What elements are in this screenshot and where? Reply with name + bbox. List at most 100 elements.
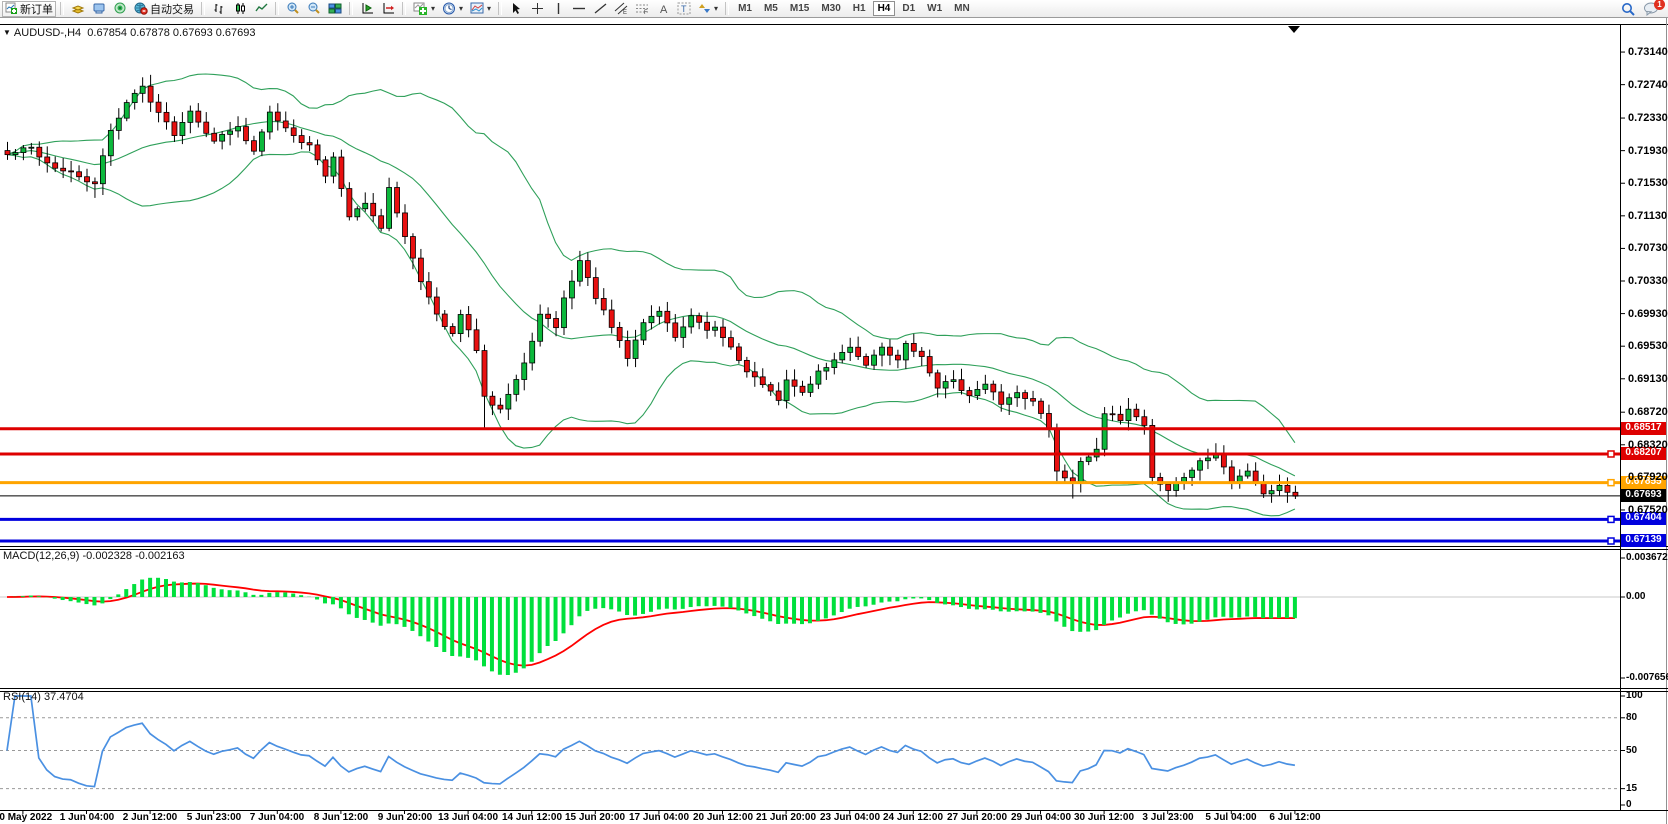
search-button[interactable] — [1618, 1, 1639, 17]
market-watch-button[interactable] — [68, 1, 88, 17]
label-tool-button[interactable]: T — [674, 1, 694, 17]
indicators-button[interactable]: ▾ — [410, 1, 438, 17]
candlestick-type-button[interactable] — [230, 1, 250, 17]
text-tool-button[interactable]: A — [653, 1, 673, 17]
arrows-tool-button[interactable]: ▾ — [695, 1, 721, 17]
market-watch-icon — [71, 2, 85, 15]
line-chart-type-button[interactable] — [251, 1, 271, 17]
chart-shift-button[interactable] — [378, 1, 398, 17]
bull-candle — [29, 147, 34, 148]
bear-candle — [1285, 485, 1290, 492]
bear-candle — [736, 347, 741, 360]
timeframe-button-m15[interactable]: M15 — [785, 1, 814, 16]
rsi-panel — [0, 696, 1625, 805]
notifications-button[interactable]: 1 — [1640, 1, 1662, 17]
bull-candle — [1245, 471, 1250, 476]
time-axis-label: 21 Jun 20:00 — [749, 812, 823, 823]
alerts-button[interactable] — [110, 1, 130, 17]
bear-candle — [315, 145, 320, 160]
zoom-out-button[interactable] — [304, 1, 324, 17]
bear-candle — [927, 357, 932, 373]
timeframe-button-m5[interactable]: M5 — [759, 1, 783, 16]
bear-candle — [410, 237, 415, 259]
bear-candle — [403, 213, 408, 237]
line-drag-handle[interactable] — [1608, 451, 1614, 457]
vertical-line-tool-button[interactable] — [548, 1, 568, 17]
macd-scale-label: 0.00 — [1626, 591, 1645, 602]
bull-candle — [824, 368, 829, 371]
new-order-icon — [5, 2, 18, 15]
bull-candle — [1007, 398, 1012, 405]
bear-candle — [1166, 484, 1171, 490]
timeframe-button-m1[interactable]: M1 — [733, 1, 757, 16]
timeframe-button-w1[interactable]: W1 — [922, 1, 947, 16]
search-icon — [1621, 2, 1636, 16]
timeframe-button-h1[interactable]: H1 — [848, 1, 871, 16]
chart-canvas[interactable] — [0, 0, 1668, 824]
periods-dropdown-caret[interactable]: ▾ — [459, 4, 463, 13]
fibonacci-tool-button[interactable]: F — [632, 1, 652, 17]
bull-candle — [880, 347, 885, 355]
timeframe-button-mn[interactable]: MN — [949, 1, 975, 16]
line-drag-handle[interactable] — [1608, 516, 1614, 522]
bear-candle — [1039, 401, 1044, 413]
bear-candle — [1134, 409, 1139, 417]
bear-candle — [1046, 413, 1051, 428]
bear-candle — [768, 385, 773, 391]
time-axis-label: 2 Jun 12:00 — [113, 812, 187, 823]
level-price-tag: 0.68517 — [1621, 422, 1666, 435]
templates-button[interactable]: ▾ — [467, 1, 494, 17]
timeframe-button-h4[interactable]: H4 — [873, 1, 896, 16]
line-drag-handle[interactable] — [1608, 538, 1614, 544]
autotrading-button[interactable]: 自动交易 — [131, 1, 197, 17]
bull-candle — [1190, 470, 1195, 477]
tile-windows-button[interactable] — [325, 1, 345, 17]
timeframe-button-m30[interactable]: M30 — [816, 1, 845, 16]
bear-candle — [395, 187, 400, 212]
macd-indicator-label: MACD(12,26,9) -0.002328 -0.002163 — [3, 550, 185, 562]
bull-candle — [236, 127, 241, 131]
vertical-line-icon — [554, 2, 563, 15]
cursor-tool-button[interactable] — [506, 1, 526, 17]
chart-shift-icon — [381, 2, 395, 15]
bear-candle — [760, 377, 765, 385]
autoscroll-icon — [360, 2, 374, 15]
templates-dropdown-caret[interactable]: ▾ — [487, 4, 491, 13]
horizontal-line-icon — [572, 2, 586, 15]
periods-button[interactable]: ▾ — [439, 1, 466, 17]
bear-candle — [204, 122, 209, 133]
bull-candle — [562, 298, 567, 328]
collapse-icon[interactable]: ▼ — [3, 28, 11, 37]
bull-candle — [522, 363, 527, 380]
channel-tool-button[interactable]: E — [611, 1, 631, 17]
chart-shift-marker[interactable] — [1288, 26, 1300, 33]
trendline-tool-button[interactable] — [590, 1, 610, 17]
tile-windows-icon — [328, 2, 342, 15]
new-order-button[interactable]: 新订单 — [2, 1, 56, 17]
line-drag-handle[interactable] — [1608, 480, 1614, 486]
bull-candle — [848, 347, 853, 352]
navigator-button[interactable] — [89, 1, 109, 17]
shapes-icon — [698, 2, 711, 15]
autoscroll-button[interactable] — [357, 1, 377, 17]
bear-candle — [53, 163, 58, 168]
crosshair-tool-button[interactable] — [527, 1, 547, 17]
shapes-dropdown-caret[interactable]: ▾ — [714, 4, 718, 13]
bear-candle — [498, 405, 503, 409]
zoom-in-button[interactable] — [283, 1, 303, 17]
bar-chart-type-button[interactable] — [209, 1, 229, 17]
indicators-dropdown-caret[interactable]: ▾ — [431, 4, 435, 13]
horizontal-line-tool-button[interactable] — [569, 1, 589, 17]
bull-candle — [689, 316, 694, 327]
bear-candle — [919, 351, 924, 356]
sound-signal-icon — [113, 2, 127, 15]
bull-candle — [657, 311, 662, 316]
rsi-scale-label: 0 — [1626, 799, 1632, 810]
bear-candle — [665, 311, 670, 323]
time-axis-label: 7 Jun 04:00 — [240, 812, 314, 823]
time-axis-label: 13 Jun 04:00 — [431, 812, 505, 823]
timeframe-button-d1[interactable]: D1 — [897, 1, 920, 16]
bull-candle — [124, 103, 129, 119]
bear-candle — [61, 168, 66, 171]
bear-candle — [546, 314, 551, 318]
